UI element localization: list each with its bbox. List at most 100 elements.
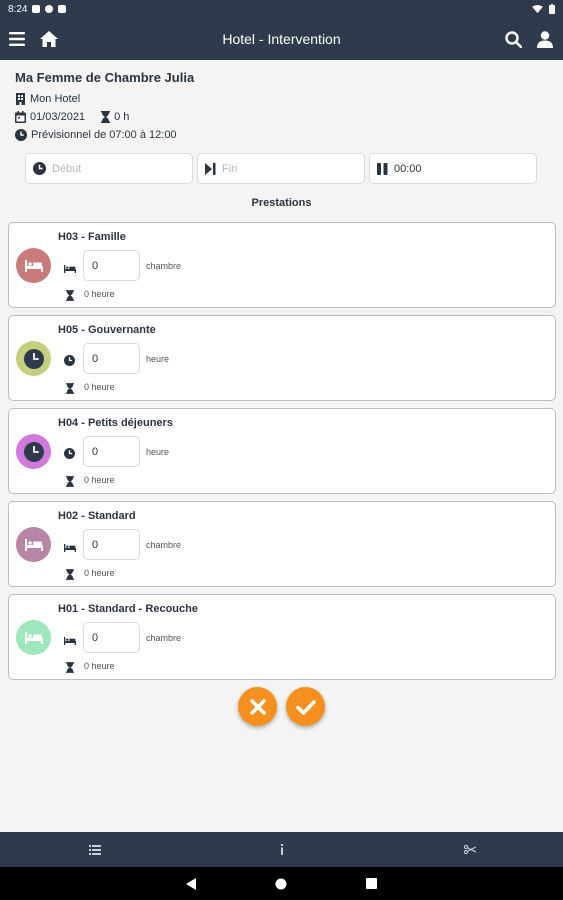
prestation-duration: 0 heure <box>84 661 115 671</box>
recents-button[interactable] <box>351 867 391 900</box>
wifi-icon <box>532 4 543 13</box>
prestation-card: H03 - Famille chambre 0 heure <box>8 222 556 308</box>
status-bar: 8:24 <box>0 0 563 18</box>
home-nav-button[interactable] <box>261 867 301 900</box>
pause-icon <box>377 162 388 175</box>
pause-time-value: 00:00 <box>394 162 422 175</box>
list-tab[interactable] <box>75 832 115 867</box>
home-icon <box>40 31 58 47</box>
total-duration: 0 h <box>114 111 130 123</box>
quantity-unit: chambre <box>146 540 182 550</box>
quantity-input[interactable] <box>83 622 140 653</box>
status-time: 8:24 <box>8 3 28 15</box>
prestation-avatar <box>16 248 51 283</box>
hamburger-icon <box>9 32 25 46</box>
home-button[interactable] <box>33 23 65 55</box>
clock-icon <box>64 353 75 371</box>
prestation-title: H03 - Famille <box>58 231 126 243</box>
system-nav-bar <box>0 867 563 900</box>
prestation-duration: 0 heure <box>84 475 115 485</box>
prestation-title: H04 - Petits déjeuners <box>58 417 173 429</box>
prestation-avatar <box>16 434 51 469</box>
info-tab[interactable] <box>262 832 302 867</box>
profile-button[interactable] <box>529 23 561 55</box>
prestation-card: H05 - Gouvernante heure 0 heure <box>8 315 556 401</box>
start-time-field[interactable]: Début <box>25 153 193 184</box>
prestation-title: H02 - Standard <box>58 510 136 522</box>
end-time-placeholder: Fin <box>222 162 238 175</box>
app-bar: Hotel - Intervention <box>0 18 563 60</box>
notification-icon <box>58 5 67 13</box>
prestation-title: H01 - Standard - Recouche <box>58 603 198 615</box>
prestation-avatar <box>16 620 51 655</box>
prestation-card: H01 - Standard - Recouche chambre 0 heure <box>8 594 556 680</box>
prestation-duration: 0 heure <box>84 568 115 578</box>
calendar-icon <box>15 111 26 123</box>
menu-button[interactable] <box>1 23 33 55</box>
list-icon <box>89 844 101 855</box>
prestation-avatar <box>16 341 51 376</box>
start-time-placeholder: Début <box>52 162 82 175</box>
bed-icon <box>24 631 43 644</box>
forecast-text: Prévisionnel de 07:00 à 12:00 <box>31 129 177 141</box>
clock-icon <box>23 441 44 462</box>
quantity-input[interactable] <box>83 250 140 281</box>
clock-icon <box>64 446 75 464</box>
recents-square-icon <box>365 878 377 889</box>
hourglass-icon <box>66 381 74 399</box>
prestation-duration: 0 heure <box>84 289 115 299</box>
end-time-field[interactable]: Fin <box>197 153 365 184</box>
building-icon <box>16 93 25 105</box>
tools-tab[interactable] <box>450 832 490 867</box>
quantity-unit: chambre <box>146 633 182 643</box>
bed-icon <box>24 259 43 272</box>
prestation-duration: 0 heure <box>84 382 115 392</box>
quantity-unit: heure <box>146 354 170 364</box>
prestations-heading: Prestations <box>251 197 312 209</box>
search-icon <box>504 30 522 48</box>
info-icon <box>281 844 283 855</box>
check-icon <box>295 699 316 715</box>
notification-icon <box>32 5 41 13</box>
hotel-name: Mon Hotel <box>30 93 81 105</box>
quantity-unit: heure <box>146 447 170 457</box>
bed-icon <box>24 538 43 551</box>
quantity-input[interactable] <box>83 529 140 560</box>
notification-icon <box>45 5 54 13</box>
bed-icon <box>64 260 76 278</box>
back-triangle-icon <box>186 877 196 890</box>
prestation-card: H04 - Petits déjeuners heure 0 heure <box>8 408 556 494</box>
hourglass-icon <box>66 567 74 585</box>
date-line: 01/03/2021 0 h <box>15 111 129 123</box>
intervention-content: Ma Femme de Chambre Julia Mon Hotel 01/0… <box>0 60 563 832</box>
back-button[interactable] <box>171 867 211 900</box>
clock-icon <box>15 129 27 141</box>
cancel-button[interactable] <box>238 687 277 726</box>
quantity-input[interactable] <box>83 343 140 374</box>
hourglass-icon <box>66 474 74 492</box>
hourglass-icon <box>66 288 74 306</box>
search-button[interactable] <box>497 23 529 55</box>
hourglass-icon <box>101 111 111 123</box>
validate-button[interactable] <box>286 687 325 726</box>
bed-icon <box>64 632 76 650</box>
pause-time-field[interactable]: 00:00 <box>369 153 537 184</box>
clock-icon <box>33 162 46 175</box>
bed-icon <box>64 539 76 557</box>
intervention-date: 01/03/2021 <box>30 111 86 123</box>
bottom-bar <box>0 832 563 867</box>
clock-icon <box>23 348 44 369</box>
quantity-input[interactable] <box>83 436 140 467</box>
prestation-title: H05 - Gouvernante <box>58 324 156 336</box>
page-title: Hotel - Intervention <box>222 31 341 47</box>
staff-name: Ma Femme de Chambre Julia <box>15 70 195 85</box>
hourglass-icon <box>66 660 74 678</box>
close-icon <box>249 698 266 715</box>
hotel-line: Mon Hotel <box>15 93 80 105</box>
scissors-icon <box>464 845 476 854</box>
quantity-unit: chambre <box>146 261 182 271</box>
user-icon <box>537 30 553 48</box>
prestation-card: H02 - Standard chambre 0 heure <box>8 501 556 587</box>
prestation-avatar <box>16 527 51 562</box>
battery-icon <box>549 4 555 14</box>
